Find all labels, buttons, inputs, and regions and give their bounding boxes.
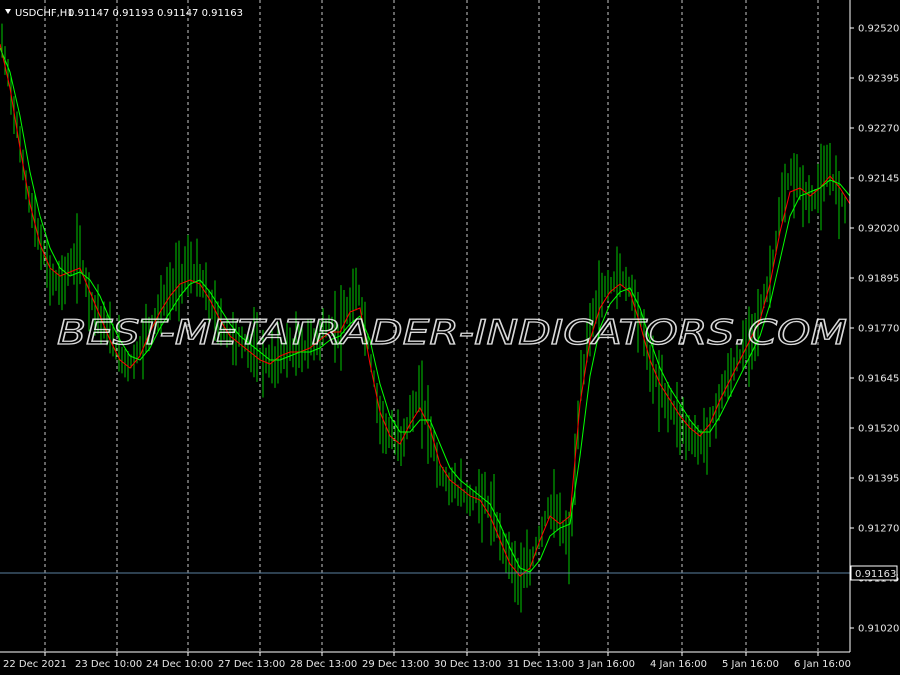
time-tick-label: 30 Dec 13:00 xyxy=(434,659,501,670)
time-tick-label: 3 Jan 16:00 xyxy=(578,659,635,670)
price-tick-label: 0.92270 xyxy=(858,124,899,135)
price-tick-label: 0.92395 xyxy=(858,74,899,85)
price-tick-label: 0.92145 xyxy=(858,174,899,185)
time-tick-label: 31 Dec 13:00 xyxy=(507,659,574,670)
time-tick-label: 27 Dec 13:00 xyxy=(218,659,285,670)
price-chart[interactable]: BEST-METATRADER-INDICATORS.COM 0.92520 0.… xyxy=(0,0,900,675)
time-tick-label: 28 Dec 13:00 xyxy=(290,659,357,670)
price-tick-label: 0.91270 xyxy=(858,524,899,535)
price-tick-label: 0.91395 xyxy=(858,474,899,485)
watermark: BEST-METATRADER-INDICATORS.COM xyxy=(57,313,847,353)
price-tick-label: 0.91645 xyxy=(858,374,899,385)
current-price-label: 0.91163 xyxy=(850,565,898,581)
time-tick-label: 23 Dec 10:00 xyxy=(75,659,142,670)
price-tick-label: 0.92020 xyxy=(858,224,899,235)
ohlc-values: 0.91147 0.91193 0.91147 0.91163 xyxy=(68,8,243,19)
price-tick-label: 0.91520 xyxy=(858,424,899,435)
time-tick-label: 5 Jan 16:00 xyxy=(722,659,779,670)
time-tick-label: 22 Dec 2021 xyxy=(3,659,67,670)
symbol-label: USDCHF,H1 xyxy=(15,8,74,19)
time-tick-label: 29 Dec 13:00 xyxy=(362,659,429,670)
price-tick-label: 0.91020 xyxy=(858,624,899,635)
current-price-text: 0.91163 xyxy=(855,569,896,580)
price-tick-label: 0.92520 xyxy=(858,24,899,35)
time-tick-label: 24 Dec 10:00 xyxy=(146,659,213,670)
price-tick-label: 0.91770 xyxy=(858,324,899,335)
time-tick-label: 6 Jan 16:00 xyxy=(794,659,851,670)
chart-header: USDCHF,H1 0.91147 0.91193 0.91147 0.9116… xyxy=(5,8,243,19)
time-tick-label: 4 Jan 16:00 xyxy=(650,659,707,670)
price-tick-label: 0.91895 xyxy=(858,274,899,285)
